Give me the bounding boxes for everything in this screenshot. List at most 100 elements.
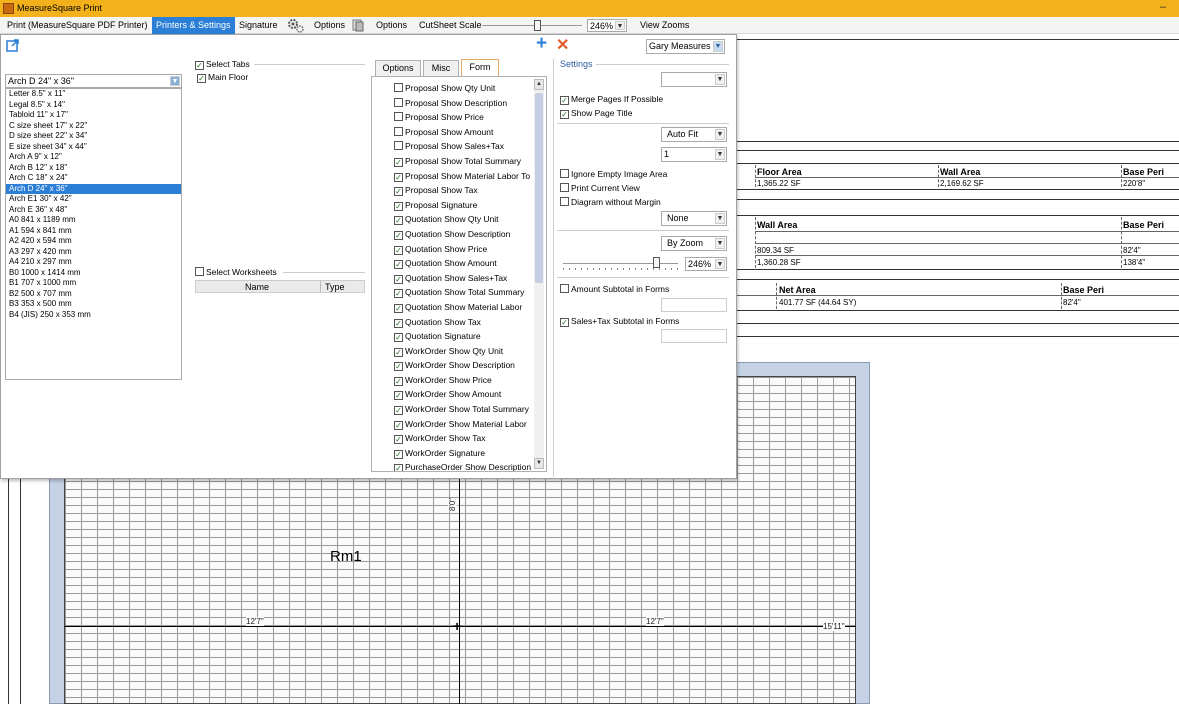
checkbox[interactable]: ✓	[394, 201, 403, 211]
checkbox[interactable]: ✓	[394, 157, 403, 167]
form-option-item[interactable]: ✓ Quotation Show Description	[394, 227, 534, 242]
show-page-title-check[interactable]: ✓ Show Page Title	[560, 107, 632, 119]
minimize-icon[interactable]: –	[1160, 1, 1166, 13]
checkbox[interactable]: ✓	[394, 362, 403, 372]
form-option-item[interactable]: Proposal Show Price	[394, 110, 534, 125]
form-option-item[interactable]: ✓ WorkOrder Show Price	[394, 373, 534, 388]
count-select[interactable]: 1 ▼	[661, 147, 727, 162]
scroll-thumb[interactable]	[535, 93, 543, 283]
form-option-item[interactable]: ✓ WorkOrder Show Tax	[394, 431, 534, 446]
paper-size-option[interactable]: A2 420 x 594 mm	[6, 236, 181, 247]
checkbox[interactable]: ✓	[394, 464, 403, 471]
form-option-item[interactable]: ✓ WorkOrder Show Description	[394, 358, 534, 373]
checkbox[interactable]: ✓	[394, 420, 403, 430]
settings-select-1[interactable]: ▼	[661, 72, 727, 87]
checkbox[interactable]: ✓	[394, 391, 403, 401]
checkbox[interactable]: ✓	[394, 318, 403, 328]
checkbox[interactable]: ✓	[394, 333, 403, 343]
checkbox[interactable]: ✓	[394, 245, 403, 255]
cutsheet-scale-thumb[interactable]	[534, 20, 541, 31]
amount-subtotal-check[interactable]: Amount Subtotal in Forms	[560, 283, 669, 295]
paper-size-option[interactable]: B2 500 x 707 mm	[6, 289, 181, 300]
form-option-item[interactable]: ✓ WorkOrder Signature	[394, 446, 534, 461]
checkbox[interactable]	[394, 126, 403, 136]
form-option-item[interactable]: Proposal Show Qty Unit	[394, 81, 534, 96]
cutsheet-scale-track[interactable]	[482, 25, 582, 26]
form-option-item[interactable]: ✓ Quotation Signature	[394, 329, 534, 344]
diagram-no-margin-check[interactable]: Diagram without Margin	[560, 196, 661, 208]
paper-size-option[interactable]: A3 297 x 420 mm	[6, 247, 181, 258]
checkbox[interactable]: ✓	[394, 230, 403, 240]
print-menu-item[interactable]: Print (MeasureSquare PDF Printer)	[7, 20, 148, 30]
form-option-item[interactable]: ✓ Proposal Show Tax	[394, 183, 534, 198]
scale-mode-select[interactable]: By Zoom ▼	[661, 236, 727, 251]
ignore-empty-check[interactable]: Ignore Empty Image Area	[560, 168, 667, 180]
main-floor-check[interactable]: ✓ Main Floor	[197, 71, 248, 83]
printers-settings-tab[interactable]: Printers & Settings	[152, 17, 235, 34]
paper-size-option[interactable]: A0 841 x 1189 mm	[6, 215, 181, 226]
checkbox[interactable]: ✓	[394, 216, 403, 226]
close-icon[interactable]: ✕	[556, 35, 569, 55]
select-worksheets-check[interactable]: Select Worksheets	[195, 266, 277, 278]
form-option-item[interactable]: Proposal Show Sales+Tax	[394, 139, 534, 154]
checkbox[interactable]: ✓	[560, 318, 569, 327]
paper-size-option[interactable]: A4 210 x 297 mm	[6, 257, 181, 268]
checkbox[interactable]: ✓	[394, 274, 403, 284]
checkbox[interactable]: ✓	[394, 172, 403, 182]
paper-size-option[interactable]: Tabloid 11" x 17"	[6, 110, 181, 121]
zoom-slider-thumb[interactable]	[653, 257, 660, 268]
checkbox[interactable]: ✓	[394, 347, 403, 357]
tab-form[interactable]: Form	[461, 59, 499, 76]
checkbox[interactable]: ✓	[394, 260, 403, 270]
signature-menu-item[interactable]: Signature	[239, 20, 278, 30]
paper-size-option[interactable]: B1 707 x 1000 mm	[6, 278, 181, 289]
form-option-item[interactable]: ✓ Quotation Show Price	[394, 242, 534, 257]
tab-options[interactable]: Options	[375, 60, 421, 76]
scroll-down-icon[interactable]: ▼	[534, 458, 544, 469]
add-icon[interactable]: +	[536, 33, 547, 55]
scrollbar[interactable]: ▲ ▼	[534, 79, 544, 469]
paper-size-option[interactable]: B0 1000 x 1414 mm	[6, 268, 181, 279]
paper-size-option[interactable]: B3 353 x 500 mm	[6, 299, 181, 310]
paper-size-option[interactable]: C size sheet 17" x 22"	[6, 121, 181, 132]
checkbox[interactable]	[394, 97, 403, 107]
select-tabs-check[interactable]: ✓ Select Tabs	[195, 58, 250, 70]
form-option-item[interactable]: Proposal Show Description	[394, 96, 534, 111]
paper-size-option[interactable]: B4 (JIS) 250 x 353 mm	[6, 310, 181, 321]
checkbox[interactable]: ✓	[394, 289, 403, 299]
paper-size-select[interactable]: Arch D 24" x 36" ▼	[5, 74, 182, 88]
form-option-item[interactable]: ✓ WorkOrder Show Qty Unit	[394, 344, 534, 359]
checkbox[interactable]: ✓	[560, 96, 569, 105]
fit-select[interactable]: Auto Fit ▼	[661, 127, 727, 142]
paper-size-option[interactable]: A1 594 x 841 mm	[6, 226, 181, 237]
zoom-value-select[interactable]: 246% ▼	[685, 257, 727, 271]
form-option-item[interactable]: ✓ Quotation Show Qty Unit	[394, 212, 534, 227]
checkbox[interactable]: ✓	[394, 303, 403, 313]
checkbox[interactable]: ✓	[394, 187, 403, 197]
paper-size-option[interactable]: Letter 8.5" x 11"	[6, 89, 181, 100]
form-option-item[interactable]: ✓ PurchaseOrder Show Description	[394, 460, 534, 471]
document-options-icon[interactable]	[350, 18, 366, 33]
form-option-item[interactable]: ✓ Proposal Show Total Summary	[394, 154, 534, 169]
popout-icon[interactable]	[6, 38, 20, 52]
form-option-item[interactable]: ✓ WorkOrder Show Material Labor	[394, 417, 534, 432]
paper-size-option[interactable]: Legal 8.5" x 14"	[6, 100, 181, 111]
checkbox[interactable]: ✓	[394, 406, 403, 416]
paper-size-option[interactable]: D size sheet 22" x 34"	[6, 131, 181, 142]
form-option-item[interactable]: ✓ Quotation Show Amount	[394, 256, 534, 271]
form-option-item[interactable]: ✓ Proposal Signature	[394, 198, 534, 213]
checkbox[interactable]: ✓	[197, 74, 206, 83]
gears-icon[interactable]	[287, 18, 305, 33]
form-option-item[interactable]: ✓ WorkOrder Show Amount	[394, 387, 534, 402]
form-options-list[interactable]: Proposal Show Qty Unit Proposal Show Desc…	[371, 76, 547, 472]
user-select[interactable]: Gary Measures I ▼	[646, 39, 725, 54]
paper-size-list[interactable]: Letter 8.5" x 11" Legal 8.5" x 14" Tabloid…	[5, 88, 182, 380]
form-option-item[interactable]: ✓ Quotation Show Tax	[394, 315, 534, 330]
options-menu-item[interactable]: Options	[314, 20, 345, 30]
paper-size-option[interactable]: Arch C 18" x 24"	[6, 173, 181, 184]
zoom-slider-track[interactable]	[563, 263, 678, 264]
scroll-up-icon[interactable]: ▲	[534, 79, 544, 90]
col-type-header[interactable]: Type	[325, 282, 345, 292]
salestax-subtotal-check[interactable]: ✓ Sales+Tax Subtotal in Forms	[560, 315, 679, 327]
tab-misc[interactable]: Misc	[423, 60, 459, 76]
